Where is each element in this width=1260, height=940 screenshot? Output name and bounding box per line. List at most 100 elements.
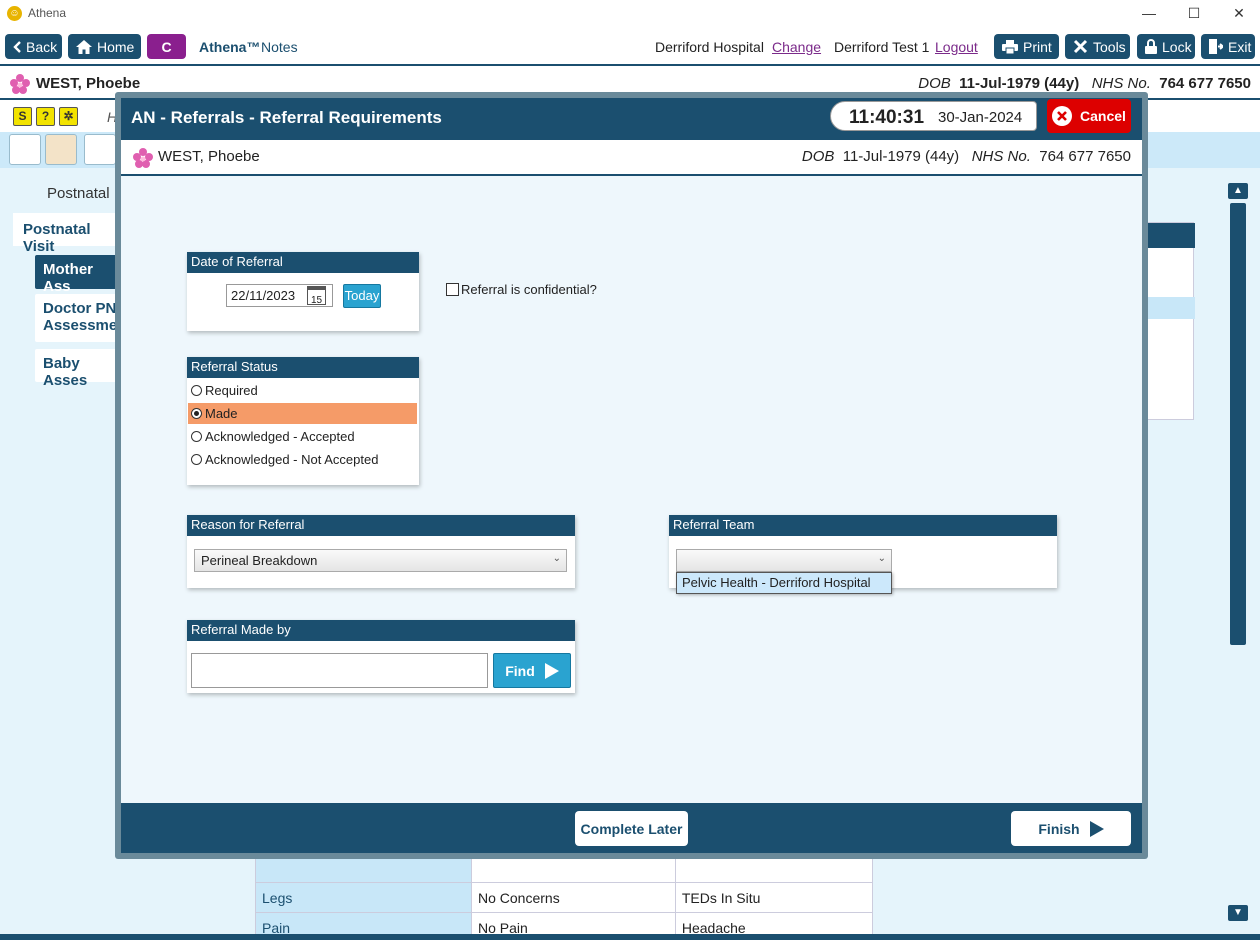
reason-value: Perineal Breakdown — [201, 553, 318, 568]
scroll-down-button[interactable]: ▼ — [1228, 905, 1248, 921]
safeguarding-icon[interactable]: S — [13, 107, 32, 126]
sidebar-doctor-pn-assessment[interactable]: Doctor PN Assessmen — [35, 294, 126, 342]
cancel-button[interactable]: Cancel — [1047, 99, 1131, 133]
baby-tab-icon[interactable] — [84, 134, 116, 165]
sidebar-baby-assessment[interactable]: Baby Asses — [35, 349, 125, 389]
radio-button[interactable] — [191, 431, 202, 442]
team-select[interactable]: ⌄ — [676, 549, 892, 572]
chevron-down-icon: ⌄ — [877, 553, 886, 564]
clock-time: 11:40:31 — [849, 107, 925, 128]
date-of-referral-card: Date of Referral 22/11/2023 15 Today — [187, 252, 419, 331]
print-button[interactable]: Print — [994, 34, 1059, 59]
main-toolbar: Back Home C Athena™ Notes Derriford Hosp… — [0, 28, 1260, 64]
tools-icon — [1073, 39, 1088, 54]
window-titlebar: ☺ Athena — ☐ ✕ — [0, 0, 1260, 28]
status-option-required[interactable]: Required — [188, 380, 417, 401]
modal-footer: Complete Later Finish — [121, 803, 1142, 853]
window-title: Athena — [28, 6, 67, 20]
app-brand: Athena™ — [199, 39, 261, 55]
cancel-label: Cancel — [1080, 108, 1126, 124]
option-label: Made — [205, 406, 238, 421]
today-button[interactable]: Today — [343, 284, 381, 308]
find-label: Find — [505, 662, 535, 679]
radio-button-selected[interactable] — [191, 408, 202, 419]
complete-later-button[interactable]: Complete Later — [575, 811, 688, 846]
sidebar-mother-assessment[interactable]: Mother Ass — [35, 255, 125, 295]
status-option-made[interactable]: Made — [188, 403, 417, 424]
tools-label: Tools — [1093, 38, 1126, 55]
team-dropdown-option[interactable]: Pelvic Health - Derriford Hospital — [676, 572, 892, 594]
find-button[interactable]: Find — [493, 653, 571, 688]
home-label: Home — [97, 38, 135, 55]
close-window-button[interactable]: ✕ — [1229, 4, 1249, 22]
vertical-scrollbar[interactable]: ▲ ▼ — [1228, 183, 1248, 925]
printer-icon — [1002, 39, 1018, 54]
radio-button[interactable] — [191, 454, 202, 465]
dob-value: 11-Jul-1979 (44y) — [842, 148, 960, 165]
reason-for-referral-card: Reason for Referral Perineal Breakdown ⌄ — [187, 515, 575, 588]
maternity-tab-icon[interactable] — [9, 134, 41, 165]
confidential-checkbox[interactable] — [446, 283, 459, 296]
made-by-input[interactable] — [191, 653, 488, 688]
referral-status-header: Referral Status — [187, 357, 419, 378]
reason-select[interactable]: Perineal Breakdown ⌄ — [194, 549, 567, 572]
nhs-label: NHS No. — [1091, 75, 1151, 92]
lock-button[interactable]: Lock — [1137, 34, 1195, 59]
c-app-button[interactable]: C — [147, 34, 186, 59]
referral-made-by-card: Referral Made by Find — [187, 620, 575, 693]
scroll-thumb[interactable] — [1230, 203, 1246, 645]
dob-label: DOB — [918, 75, 951, 92]
minimize-button[interactable]: — — [1139, 4, 1159, 22]
lock-label: Lock — [1162, 38, 1192, 55]
background-right-panel — [1140, 222, 1195, 420]
dob-label: DOB — [801, 148, 835, 165]
status-option-ack-accepted[interactable]: Acknowledged - Accepted — [188, 426, 417, 447]
option-label: Required — [205, 383, 258, 398]
clock-date: 30-Jan-2024 — [938, 109, 1023, 126]
flower-icon — [10, 74, 30, 94]
play-arrow-icon — [544, 662, 559, 679]
app-notes-label: Notes — [261, 39, 298, 55]
radio-button[interactable] — [191, 385, 202, 396]
team-header: Referral Team — [669, 515, 1057, 536]
finish-label: Finish — [1038, 820, 1080, 837]
modal-patient-banner: WEST, Phoebe DOB 11-Jul-1979 (44y) NHS N… — [121, 140, 1142, 176]
modal-title: AN - Referrals - Referral Requirements — [131, 108, 442, 127]
table-cell: No Concerns — [471, 882, 676, 913]
change-hospital-link[interactable]: Change — [772, 39, 821, 55]
back-button[interactable]: Back — [5, 34, 62, 59]
virus-icon[interactable]: ✲ — [59, 107, 78, 126]
clock-display: 11:40:31 30-Jan-2024 — [830, 101, 1037, 131]
tools-button[interactable]: Tools — [1065, 34, 1130, 59]
assessment-table: Legs No Concerns TEDs In Situ Pain No Pa… — [255, 852, 874, 940]
section-title: Postnatal — [47, 185, 110, 202]
modal-patient-identifiers: DOB 11-Jul-1979 (44y) NHS No. 764 677 76… — [802, 148, 1131, 165]
status-option-ack-not-accepted[interactable]: Acknowledged - Not Accepted — [188, 449, 417, 470]
table-cell: TEDs In Situ — [674, 882, 874, 913]
row-label: Legs — [255, 882, 472, 913]
referral-status-card: Referral Status Required Made Acknowledg… — [187, 357, 419, 485]
print-label: Print — [1023, 38, 1052, 55]
back-label: Back — [26, 38, 58, 55]
sidebar-postnatal-visit[interactable]: Postnatal Visit — [13, 213, 123, 255]
flower-icon — [133, 148, 153, 168]
referral-date-value: 22/11/2023 — [231, 288, 296, 303]
bottom-border — [0, 934, 1260, 940]
option-label: Acknowledged - Not Accepted — [205, 452, 379, 467]
medication-tab-icon[interactable] — [45, 134, 77, 165]
exit-button[interactable]: Exit — [1201, 34, 1255, 59]
calendar-icon[interactable]: 15 — [307, 286, 326, 306]
dob-value: 11-Jul-1979 (44y) — [959, 75, 1080, 92]
nhs-value: 764 677 7650 — [1159, 75, 1251, 92]
confidential-label: Referral is confidential? — [461, 282, 597, 297]
nhs-value: 764 677 7650 — [1039, 148, 1131, 165]
maximize-button[interactable]: ☐ — [1184, 4, 1204, 22]
logout-link[interactable]: Logout — [935, 39, 978, 55]
scroll-up-button[interactable]: ▲ — [1228, 183, 1248, 199]
finish-button[interactable]: Finish — [1011, 811, 1131, 846]
exit-door-icon — [1209, 39, 1223, 54]
home-icon — [76, 39, 92, 54]
question-icon[interactable]: ? — [36, 107, 55, 126]
chevron-left-icon — [13, 40, 21, 53]
home-button[interactable]: Home — [68, 34, 141, 59]
